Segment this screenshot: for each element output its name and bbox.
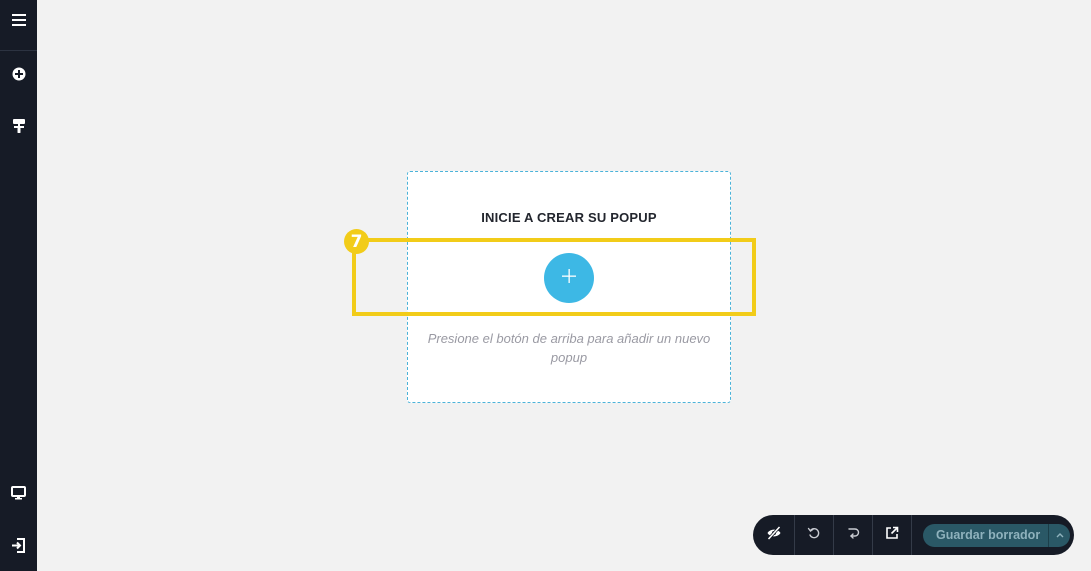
open-preview-button[interactable] [873,515,912,555]
save-draft-button[interactable]: Guardar borrador [923,524,1048,547]
popup-placeholder-card: INICIE A CREAR SU POPUP Presione el botó… [407,171,731,403]
save-draft-group: Guardar borrador [923,523,1071,547]
left-sidebar [0,0,37,571]
plus-icon [561,268,577,289]
redo-button[interactable] [834,515,873,555]
external-link-icon [885,526,899,545]
chevron-up-icon [1055,526,1065,544]
toggle-visibility-button[interactable] [753,515,795,555]
menu-button[interactable] [0,7,37,37]
hamburger-menu-icon [11,13,27,32]
sidebar-divider [0,50,37,51]
plus-circle-icon [12,67,26,86]
save-options-button[interactable] [1049,524,1070,547]
add-element-button[interactable] [0,61,37,91]
exit-button[interactable] [0,533,37,563]
paint-button[interactable] [0,113,37,143]
redo-icon [846,526,860,545]
add-popup-button[interactable] [544,253,594,303]
bottom-toolbar: Guardar borrador [753,515,1074,555]
preview-device-button[interactable] [0,480,37,510]
popup-title: INICIE A CREAR SU POPUP [481,210,657,225]
tutorial-step-badge: 7 [344,229,369,254]
exit-icon [11,538,26,558]
desktop-monitor-icon [11,485,26,505]
undo-button[interactable] [795,515,834,555]
popup-hint-text: Presione el botón de arriba para añadir … [427,331,711,365]
undo-icon [807,526,821,545]
paint-roller-icon [12,118,26,139]
eye-slash-icon [766,525,782,545]
